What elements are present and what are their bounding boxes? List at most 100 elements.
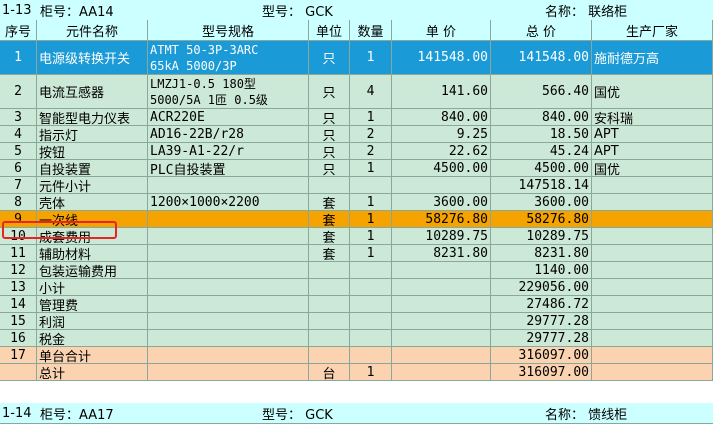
row-number[interactable]: 7: [0, 177, 37, 194]
total-price[interactable]: 316097.00: [491, 364, 592, 381]
table-row[interactable]: 11 辅助材料套 1 8231.80 8231.80: [0, 245, 713, 262]
unit-price[interactable]: 3600.00: [392, 194, 491, 211]
row-number[interactable]: 14: [0, 296, 37, 313]
column-header[interactable]: 单 价: [392, 20, 491, 41]
total-price[interactable]: 8231.80: [491, 245, 592, 262]
unit[interactable]: [309, 313, 350, 330]
manufacturer[interactable]: [592, 279, 713, 296]
unit-price[interactable]: [392, 262, 491, 279]
table-row[interactable]: 7 元件小计 147518.14: [0, 177, 713, 194]
model-spec[interactable]: [148, 211, 309, 228]
model-spec[interactable]: [148, 347, 309, 364]
unit-price[interactable]: [392, 177, 491, 194]
total-price[interactable]: 840.00: [491, 109, 592, 126]
unit-price[interactable]: 8231.80: [392, 245, 491, 262]
unit-price[interactable]: 840.00: [392, 109, 491, 126]
item-name[interactable]: 包装运输费用: [37, 262, 148, 279]
table-row[interactable]: 12 包装运输费用 1140.00: [0, 262, 713, 279]
manufacturer[interactable]: 国优: [592, 75, 713, 109]
unit-price[interactable]: 10289.75: [392, 228, 491, 245]
total-price[interactable]: 3600.00: [491, 194, 592, 211]
manufacturer[interactable]: APT: [592, 143, 713, 160]
column-header[interactable]: 元件名称: [37, 20, 148, 41]
manufacturer[interactable]: [592, 262, 713, 279]
total-price[interactable]: 4500.00: [491, 160, 592, 177]
unit[interactable]: 套: [309, 194, 350, 211]
total-price[interactable]: 27486.72: [491, 296, 592, 313]
row-number[interactable]: 6: [0, 160, 37, 177]
total-price[interactable]: 1140.00: [491, 262, 592, 279]
row-number[interactable]: [0, 364, 37, 381]
item-name[interactable]: 利润: [37, 313, 148, 330]
unit-price[interactable]: 4500.00: [392, 160, 491, 177]
total-price[interactable]: 147518.14: [491, 177, 592, 194]
quantity[interactable]: [350, 347, 392, 364]
quantity[interactable]: 1: [350, 364, 392, 381]
item-name[interactable]: 单台合计: [37, 347, 148, 364]
row-number[interactable]: 1: [0, 41, 37, 75]
total-price[interactable]: 141548.00: [491, 41, 592, 75]
row-number[interactable]: 11: [0, 245, 37, 262]
unit[interactable]: 只: [309, 109, 350, 126]
quantity[interactable]: [350, 330, 392, 347]
table-row[interactable]: 3 智能型电力仪表 ACR220E 只 1 840.00 840.00 安科瑞: [0, 109, 713, 126]
unit[interactable]: 只: [309, 41, 350, 75]
column-header[interactable]: 序号: [0, 20, 37, 41]
quantity[interactable]: 1: [350, 194, 392, 211]
quantity[interactable]: 1: [350, 41, 392, 75]
unit[interactable]: 只: [309, 143, 350, 160]
unit[interactable]: 套: [309, 228, 350, 245]
manufacturer[interactable]: [592, 347, 713, 364]
bottom-header-row[interactable]: 1-14 柜号：AA17 型号： GCK 名称： 馈线柜: [0, 403, 713, 424]
manufacturer[interactable]: [592, 296, 713, 313]
item-name[interactable]: 辅助材料: [37, 245, 148, 262]
manufacturer[interactable]: [592, 313, 713, 330]
model-spec[interactable]: ACR220E: [148, 109, 309, 126]
model-spec[interactable]: [148, 364, 309, 381]
manufacturer[interactable]: [592, 330, 713, 347]
item-name[interactable]: 电源级转换开关: [37, 41, 148, 75]
manufacturer[interactable]: [592, 245, 713, 262]
quantity[interactable]: 1: [350, 228, 392, 245]
row-number[interactable]: 13: [0, 279, 37, 296]
model-spec[interactable]: [148, 262, 309, 279]
table-row[interactable]: 2 电流互感器 LMZJ1-0.5 180型 5000/5A 1匝 0.5级只 4 141…: [0, 75, 713, 109]
unit[interactable]: [309, 177, 350, 194]
unit-price[interactable]: 58276.80: [392, 211, 491, 228]
quantity[interactable]: [350, 177, 392, 194]
manufacturer[interactable]: [592, 177, 713, 194]
total-price[interactable]: 566.40: [491, 75, 592, 109]
unit-price[interactable]: [392, 279, 491, 296]
total-price[interactable]: 10289.75: [491, 228, 592, 245]
unit-price[interactable]: [392, 313, 491, 330]
row-number[interactable]: 8: [0, 194, 37, 211]
model-spec[interactable]: [148, 177, 309, 194]
unit-price[interactable]: [392, 330, 491, 347]
manufacturer[interactable]: [592, 228, 713, 245]
unit[interactable]: 只: [309, 126, 350, 143]
model-spec[interactable]: PLC自投装置: [148, 160, 309, 177]
quantity[interactable]: [350, 296, 392, 313]
unit-price[interactable]: [392, 364, 491, 381]
total-price[interactable]: 229056.00: [491, 279, 592, 296]
unit[interactable]: [309, 262, 350, 279]
total-price[interactable]: 18.50: [491, 126, 592, 143]
quantity[interactable]: 1: [350, 160, 392, 177]
row-number[interactable]: 16: [0, 330, 37, 347]
manufacturer[interactable]: 施耐德万高: [592, 41, 713, 75]
row-number[interactable]: 17: [0, 347, 37, 364]
total-price[interactable]: 58276.80: [491, 211, 592, 228]
table-row[interactable]: 13 小计 229056.00: [0, 279, 713, 296]
row-number[interactable]: 5: [0, 143, 37, 160]
manufacturer[interactable]: [592, 364, 713, 381]
item-name[interactable]: 按钮: [37, 143, 148, 160]
quantity[interactable]: 1: [350, 109, 392, 126]
model-spec[interactable]: AD16-22B/r28: [148, 126, 309, 143]
manufacturer[interactable]: [592, 194, 713, 211]
item-name[interactable]: 电流互感器: [37, 75, 148, 109]
manufacturer[interactable]: 安科瑞: [592, 109, 713, 126]
unit[interactable]: 套: [309, 245, 350, 262]
quantity[interactable]: 4: [350, 75, 392, 109]
item-name[interactable]: 壳体: [37, 194, 148, 211]
model-spec[interactable]: [148, 296, 309, 313]
